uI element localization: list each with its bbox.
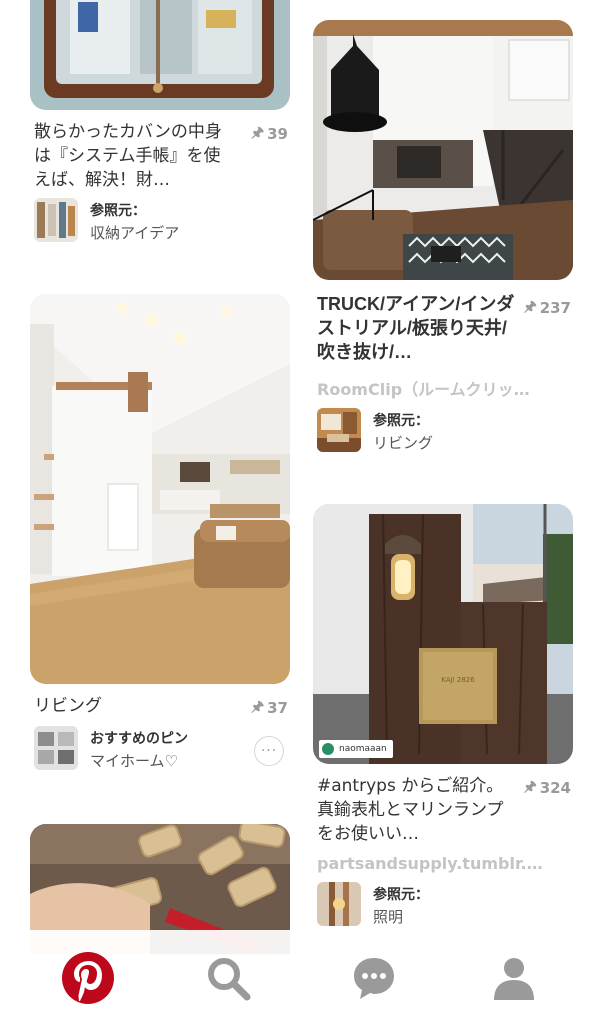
pin-feed: 散らかったカバンの中身は『システム手帳』を使えば、解決！財… 🖈︎ 39 参照元… xyxy=(0,0,603,1024)
pin-source[interactable]: 参照元： 収納アイデア xyxy=(34,198,284,244)
binder-photo xyxy=(30,0,290,110)
save-count: 🖈︎ 237 xyxy=(524,296,571,320)
industrial-interior-photo xyxy=(313,20,573,280)
pin-title[interactable]: 散らかったカバンの中身は『システム手帳』を使えば、解決！財… xyxy=(34,120,234,192)
save-count-value: 37 xyxy=(267,699,288,717)
pin-domain[interactable]: RoomClip（ルームクリッ… xyxy=(317,376,530,400)
tab-search[interactable] xyxy=(200,950,256,1006)
chat-bubble-icon xyxy=(354,958,394,999)
pushpin-icon: 🖈︎ xyxy=(251,699,265,715)
save-count: 🖈︎ 324 xyxy=(524,776,571,800)
save-count-value: 39 xyxy=(267,125,288,143)
nameplate-text: KAJI 2826 xyxy=(441,676,475,684)
image-credit-tag: naomaaan xyxy=(319,740,393,758)
tab-messages[interactable] xyxy=(346,950,402,1006)
pushpin-icon: 🖈︎ xyxy=(523,779,537,795)
pin-image-living[interactable] xyxy=(30,294,290,684)
pin-source[interactable]: 参照元： リビング xyxy=(317,408,567,454)
pin-title[interactable]: #antryps からご紹介。 真鍮表札とマリンランプをお使いい… xyxy=(317,774,517,846)
pin-source[interactable]: おすすめのピン マイホーム♡ xyxy=(34,726,284,772)
save-count-value: 237 xyxy=(539,299,571,317)
pin-image-truck[interactable] xyxy=(313,20,573,280)
pin-image-binder[interactable] xyxy=(30,0,290,110)
bottom-tab-bar xyxy=(0,930,603,1024)
save-count: 🖈︎ 37 xyxy=(251,696,288,720)
pin-source[interactable]: 参照元： 照明 xyxy=(317,882,567,928)
pin-title[interactable]: TRUCK/アイアン/インダストリアル/板張り天井/吹き抜け/… xyxy=(317,292,517,364)
source-board[interactable]: マイホーム♡ xyxy=(90,750,178,771)
house-nameplate-photo: KAJI 2826 xyxy=(313,504,573,764)
pushpin-icon: 🖈︎ xyxy=(251,125,265,141)
source-thumbnail xyxy=(34,726,78,770)
pin-title[interactable]: リビング xyxy=(34,694,234,718)
source-label: おすすめのピン xyxy=(90,731,188,747)
save-count-value: 324 xyxy=(539,779,571,797)
source-label: 参照元： xyxy=(373,887,429,903)
more-options-button[interactable]: ··· xyxy=(254,736,284,766)
tab-profile[interactable] xyxy=(486,950,542,1006)
pin-image-antryps[interactable]: KAJI 2826 naomaaan xyxy=(313,504,573,764)
living-room-photo xyxy=(30,294,290,684)
pin-domain[interactable]: partsandsupply.tumblr.… xyxy=(317,854,543,873)
source-board[interactable]: 収納アイデア xyxy=(90,222,179,243)
source-label: 参照元： xyxy=(90,203,146,219)
search-icon xyxy=(208,958,251,1001)
source-thumbnail xyxy=(317,408,361,452)
source-thumbnail xyxy=(317,882,361,926)
profile-icon xyxy=(494,958,534,1000)
source-board[interactable]: リビング xyxy=(373,432,433,453)
tab-home[interactable] xyxy=(60,950,116,1006)
source-label: 参照元： xyxy=(373,413,429,429)
save-count: 🖈︎ 39 xyxy=(251,122,288,146)
pushpin-icon: 🖈︎ xyxy=(523,299,537,315)
source-thumbnail xyxy=(34,198,78,242)
source-board[interactable]: 照明 xyxy=(373,906,403,927)
pinterest-logo-icon xyxy=(62,952,114,1004)
